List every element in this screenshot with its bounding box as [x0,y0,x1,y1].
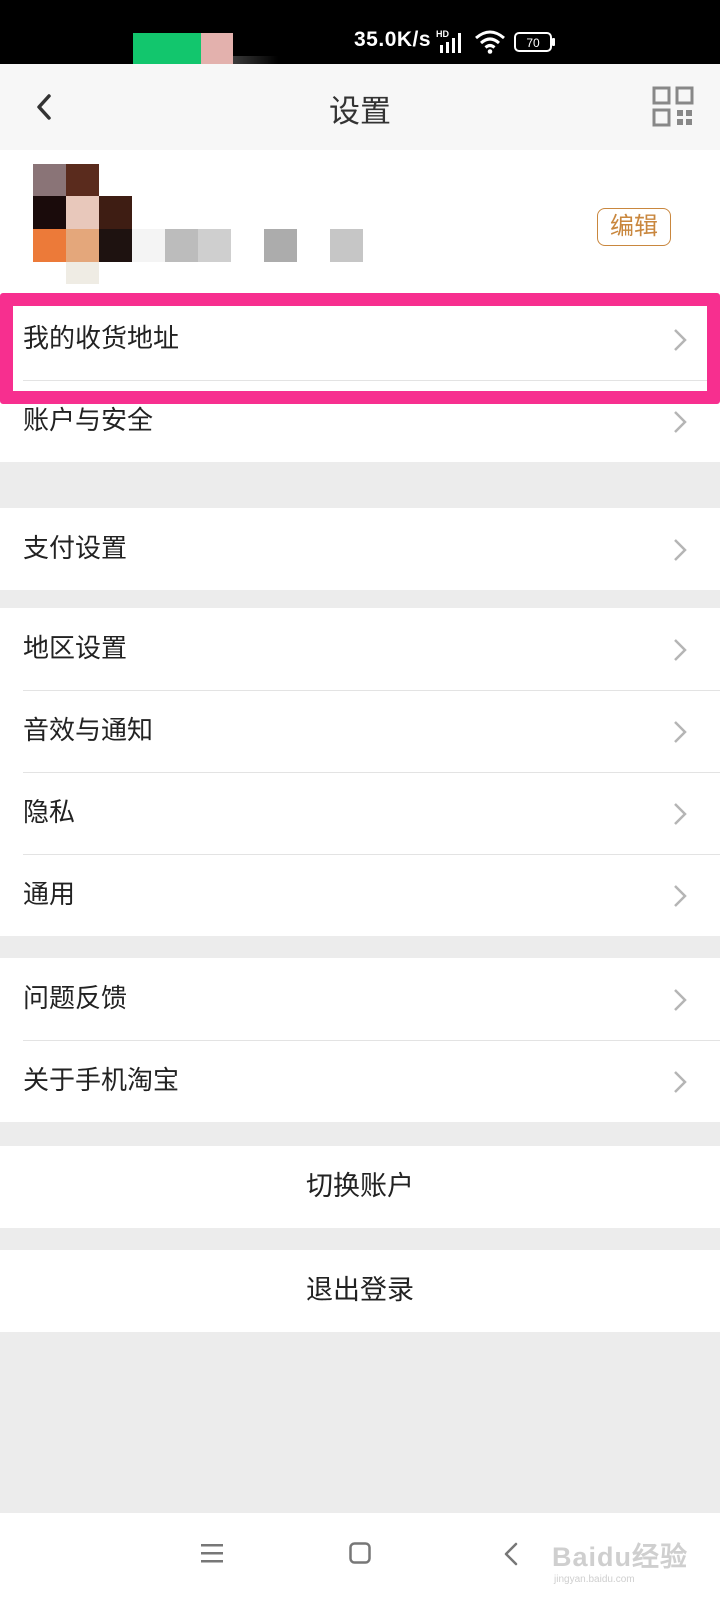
settings-group-3: 地区设置 音效与通知 隐私 通用 [0,608,720,936]
chevron-right-icon [674,639,687,661]
back-icon[interactable] [503,1541,519,1567]
row-label: 地区设置 [23,634,128,664]
settings-row-privacy[interactable]: 隐私 [0,772,720,854]
settings-row-general[interactable]: 通用 [0,854,720,936]
switch-account-group: 切换账户 [0,1146,720,1228]
switch-account-button[interactable]: 切换账户 [0,1146,720,1228]
row-label: 音效与通知 [23,716,154,746]
chevron-right-icon [674,539,687,561]
settings-row-shipping-address[interactable]: 我的收货地址 [0,298,720,380]
logout-button[interactable]: 退出登录 [0,1250,720,1332]
row-label: 我的收货地址 [23,324,180,354]
settings-row-account-security[interactable]: 账户与安全 [0,380,720,462]
net-speed: 35.0K/s [354,28,432,51]
settings-group-4: 问题反馈 关于手机淘宝 [0,958,720,1122]
wifi-icon [475,30,505,54]
settings-row-feedback[interactable]: 问题反馈 [0,958,720,1040]
chevron-right-icon [674,989,687,1011]
battery-icon: 70 [514,32,555,52]
profile-card[interactable]: 编辑 [0,150,720,294]
chevron-right-icon [674,721,687,743]
edit-profile-button[interactable]: 编辑 [597,208,671,246]
menu-icon[interactable] [201,1543,223,1563]
watermark-main: Baidu经验 [552,1542,689,1572]
row-label: 问题反馈 [23,984,128,1014]
notification-block [201,33,233,64]
logout-group: 退出登录 [0,1250,720,1332]
status-bar: 35.0K/s HD 70 [0,0,720,64]
battery-level: 70 [526,36,540,50]
chevron-right-icon [674,885,687,907]
chevron-right-icon [674,329,687,351]
system-nav-bar: Baidu经验 jingyan.baidu.com [0,1513,720,1600]
row-label: 账户与安全 [23,406,154,436]
settings-row-region[interactable]: 地区设置 [0,608,720,690]
status-bar-shadow [233,56,278,64]
settings-group-2: 支付设置 [0,508,720,590]
settings-row-sound-notifications[interactable]: 音效与通知 [0,690,720,772]
chevron-right-icon [674,411,687,433]
row-label: 关于手机淘宝 [23,1066,180,1096]
chevron-right-icon [674,1071,687,1093]
home-icon[interactable] [349,1542,371,1564]
settings-group-1: 我的收货地址 账户与安全 [0,298,720,462]
qr-code-icon[interactable] [652,86,696,128]
row-label: 通用 [23,880,76,910]
settings-row-payment[interactable]: 支付设置 [0,508,720,590]
app-header: 设置 [0,64,720,150]
watermark: Baidu经验 jingyan.baidu.com [552,1535,688,1585]
signal-icon [440,33,461,53]
chevron-right-icon [674,803,687,825]
notification-block [133,33,201,64]
watermark-sub: jingyan.baidu.com [554,1574,635,1585]
row-label: 支付设置 [23,534,128,564]
settings-row-about[interactable]: 关于手机淘宝 [0,1040,720,1122]
page-title: 设置 [329,94,391,130]
row-label: 隐私 [23,798,76,828]
